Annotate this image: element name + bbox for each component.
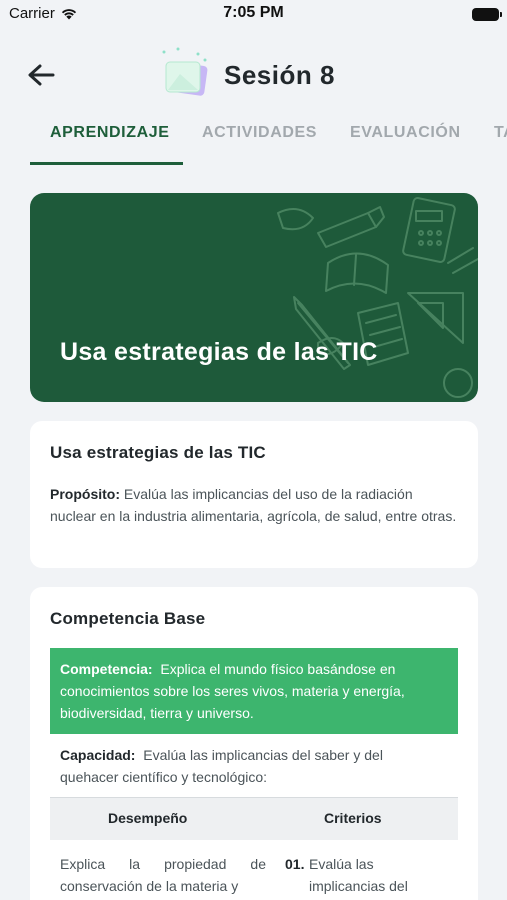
purpose-card-title: Usa estrategias de las TIC — [50, 443, 266, 462]
page-title: Sesión 8 — [224, 60, 335, 90]
purpose-text: Propósito: Evalúa las implicancias del u… — [50, 483, 460, 527]
purpose-label: Propósito: — [50, 486, 120, 502]
competencia-card: Competencia Base Competencia: Explica el… — [30, 587, 478, 900]
active-tab-indicator — [30, 162, 183, 165]
competencia-box: Competencia: Explica el mundo físico bas… — [50, 648, 458, 734]
header-desempeno: Desempeño — [108, 810, 188, 826]
table-header: Desempeño Criterios — [50, 797, 458, 840]
tab-tarea[interactable]: TAREA — [494, 124, 507, 142]
header: Sesión 8 — [0, 40, 507, 110]
tab-bar: APRENDIZAJE ACTIVIDADES EVALUACIÓN TAREA — [0, 112, 507, 166]
criterio-cell: Evalúa las implicancias del — [309, 856, 408, 894]
lesson-banner: Usa estrategias de las TIC — [30, 193, 478, 402]
battery-icon — [472, 8, 502, 21]
status-bar: Carrier 7:05 PM — [0, 0, 507, 28]
arrow-left-icon — [28, 64, 55, 86]
competencia-label: Competencia: — [60, 661, 153, 677]
back-button[interactable] — [25, 60, 57, 90]
tab-actividades[interactable]: ACTIVIDADES — [202, 124, 317, 142]
header-criterios: Criterios — [324, 810, 382, 826]
school-doodles-illustration — [277, 197, 478, 398]
purpose-card: Usa estrategias de las TIC Propósito: Ev… — [30, 421, 478, 568]
banner-title: Usa estrategias de las TIC — [60, 338, 378, 366]
criterio-number: 01. — [285, 856, 305, 872]
desempeno-cell: Explica la propiedad de conservación de … — [60, 856, 266, 894]
competencia-card-title: Competencia Base — [50, 609, 206, 628]
capacidad-text: Capacidad: Evalúa las implicancias del s… — [60, 744, 440, 788]
session-folder-icon — [162, 47, 208, 96]
capacidad-label: Capacidad: — [60, 747, 136, 763]
tab-evaluacion[interactable]: EVALUACIÓN — [350, 124, 461, 142]
status-time: 7:05 PM — [223, 4, 284, 21]
tab-aprendizaje[interactable]: APRENDIZAJE — [50, 124, 170, 142]
